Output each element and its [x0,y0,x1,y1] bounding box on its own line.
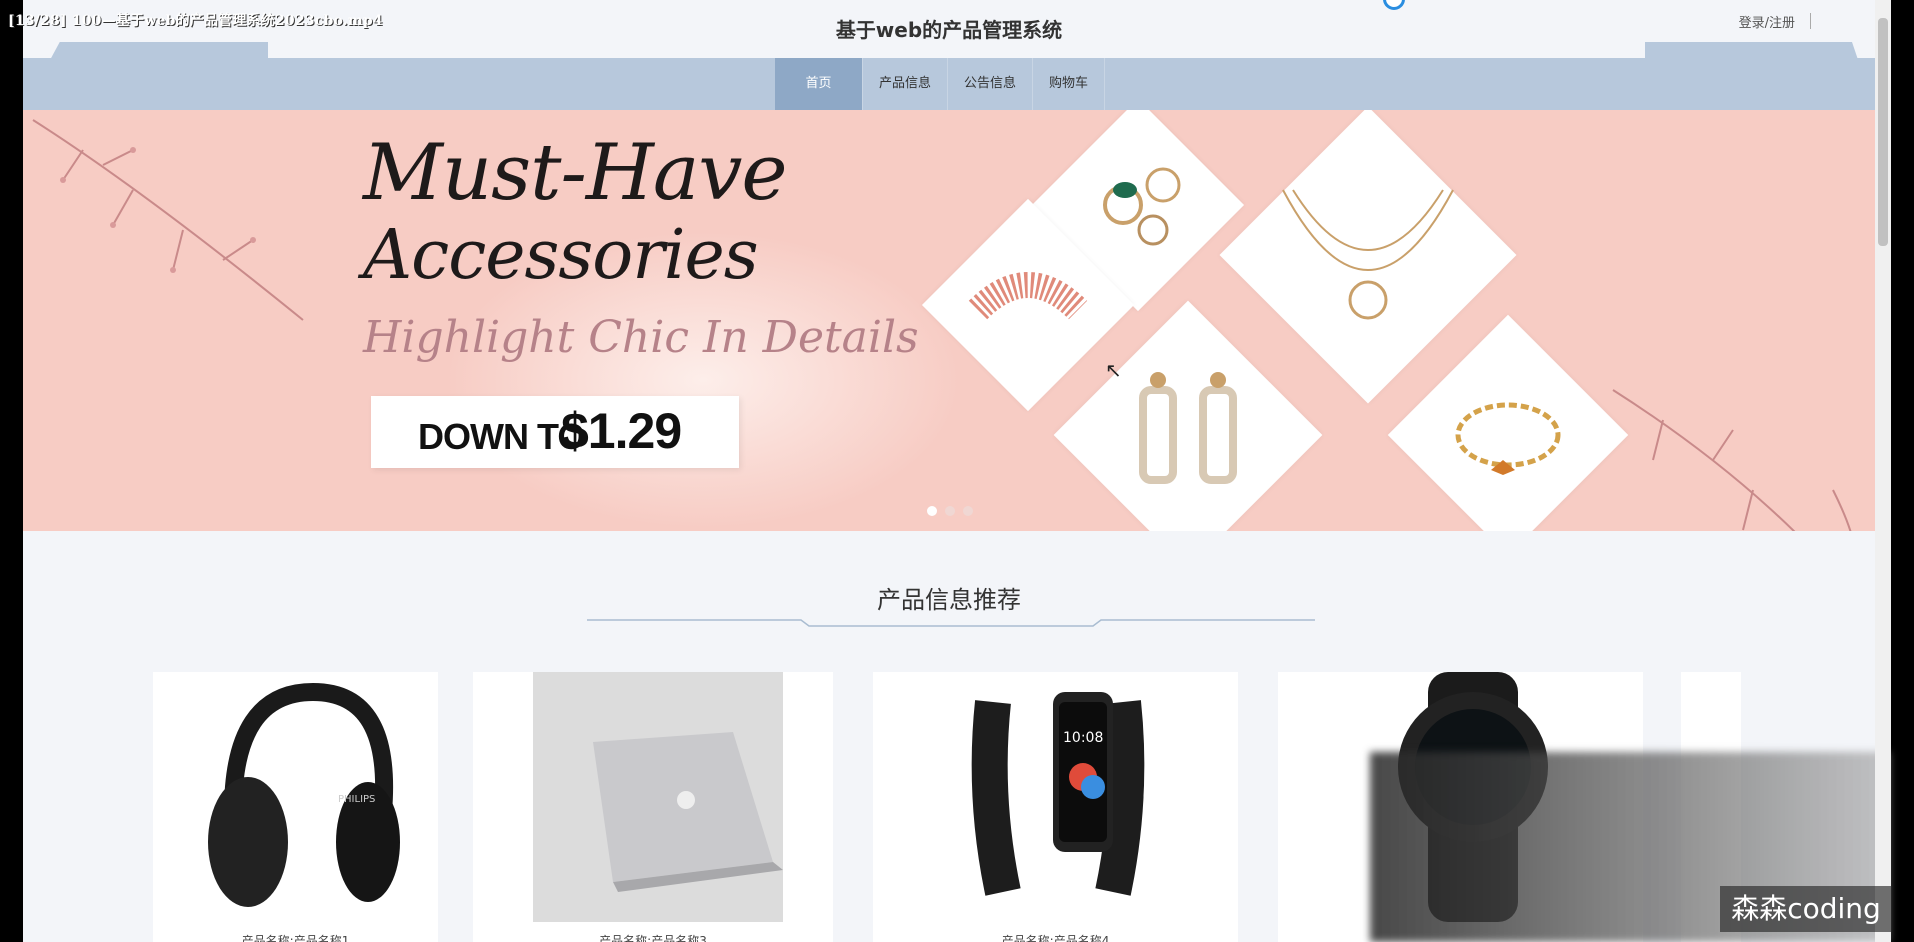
branch-left-decoration [32,119,304,321]
hero-banner[interactable]: Must-Have Accessories Highlight Chic In … [23,110,1875,531]
video-title-overlay: [13/28] 100—基于web的产品管理系统2023cbo.mp4 [8,13,383,29]
headphones-image: PHILIPS [208,682,400,907]
nav-item-products[interactable]: 产品信息 [863,58,949,110]
product-card[interactable]: 10:08 产品名称:产品名称4 [873,672,1238,942]
section-title-recommend: 产品信息推荐 [877,586,1021,614]
price-value: $1.29 [561,403,682,459]
laptop-image [533,672,783,922]
login-register-link[interactable]: 登录/注册 [1739,12,1795,31]
scrollbar-thumb[interactable] [1878,18,1888,246]
product-card[interactable]: 产品名称:产品名称3 [473,672,833,942]
product-card[interactable]: PHILIPS 产品名称:产品名称1 [153,672,438,942]
nav-item-announcements[interactable]: 公告信息 [948,58,1034,110]
section-divider [587,618,1315,628]
product-name: 产品名称:产品名称1 [241,934,350,942]
nav-menu: 首页 产品信息 公告信息 购物车 [775,58,1106,110]
navigation-bar: 首页 产品信息 公告信息 购物车 [23,42,1875,110]
carousel-dot-2[interactable] [945,506,955,516]
product-name: 产品名称:产品名称3 [599,934,707,942]
carousel-prev-arrow-icon[interactable]: ‹ [163,780,179,826]
scrollbar[interactable] [1875,0,1891,942]
fitness-band-image: 10:08 [971,692,1145,896]
carousel-dot-1[interactable] [927,506,937,516]
nav-item-home[interactable]: 首页 [775,58,863,110]
mouse-pointer-icon: ↖ [1105,358,1122,382]
banner-headline-2: Accessories [363,216,759,295]
carousel-indicators [927,506,973,516]
branch-right-decoration [1612,389,1852,531]
price-box: DOWN TO $1.29 [371,396,739,468]
banner-subline: Highlight Chic In Details [363,312,919,363]
floating-dot-icon [1383,0,1405,10]
product-name: 产品名称:产品名称4 [1001,934,1110,942]
svg-text:10:08: 10:08 [1063,730,1103,746]
banner-headline-1: Must-Have [363,128,788,218]
watermark: 森森coding [1720,886,1892,932]
nav-item-cart[interactable]: 购物车 [1033,58,1106,110]
svg-text:PHILIPS: PHILIPS [338,794,375,805]
price-prefix: DOWN TO [418,416,585,457]
carousel-dot-3[interactable] [963,506,973,516]
